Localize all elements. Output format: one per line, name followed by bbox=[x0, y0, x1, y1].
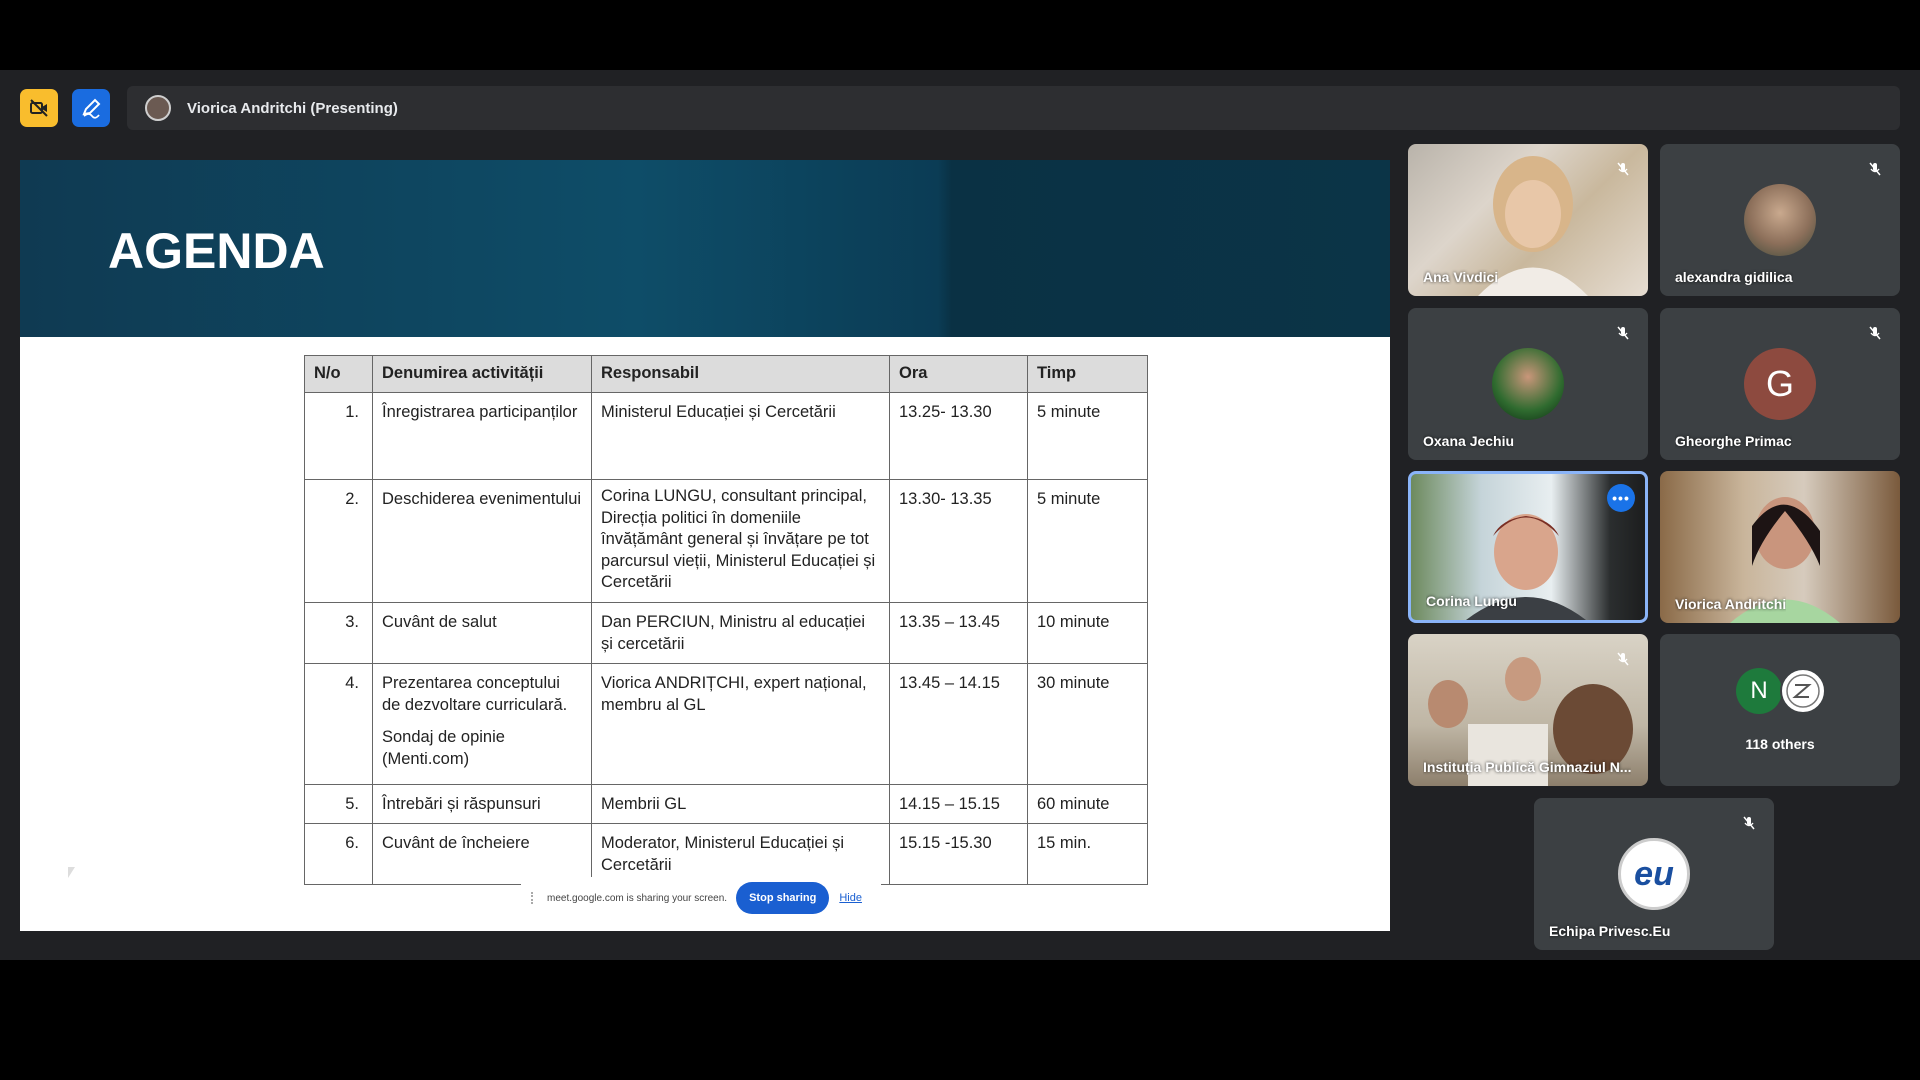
participant-tile[interactable]: Instituția Publică Gimnaziul N... bbox=[1408, 634, 1648, 786]
row-responsible: Dan PERCIUN, Ministru al educației și ce… bbox=[591, 601, 890, 664]
row-responsible: Ministerul Educației și Cercetării bbox=[591, 392, 890, 480]
row-responsible: Viorica ANDRIȚCHI, expert național, memb… bbox=[591, 662, 890, 785]
more-options-icon[interactable]: ••• bbox=[1607, 484, 1635, 512]
presenter-avatar bbox=[145, 95, 171, 121]
mic-muted-icon bbox=[1610, 156, 1636, 182]
participant-tile-speaking[interactable]: ••• Corina Lungu bbox=[1408, 471, 1648, 623]
row-responsible: Membrii GL bbox=[591, 783, 890, 824]
hide-link[interactable]: Hide bbox=[839, 892, 862, 904]
others-count: 118 others bbox=[1745, 736, 1815, 752]
row-duration: 60 minute bbox=[1027, 783, 1148, 824]
slide-title: AGENDA bbox=[108, 223, 325, 279]
screen-share-bar: meet.google.com is sharing your screen. … bbox=[521, 877, 881, 919]
stop-sharing-button[interactable]: Stop sharing bbox=[736, 882, 830, 914]
row-responsible: Corina LUNGU, consultant principal, Dire… bbox=[591, 479, 890, 603]
camera-off-button[interactable] bbox=[20, 89, 58, 127]
others-tile[interactable]: N 118 others bbox=[1660, 634, 1900, 786]
participant-tile[interactable]: G Gheorghe Primac bbox=[1660, 308, 1900, 460]
participant-name: Corina Lungu bbox=[1426, 593, 1517, 609]
agenda-table: N/o Denumirea activității Responsabil Or… bbox=[304, 355, 1148, 885]
meeting-stage: Viorica Andritchi (Presenting) AGENDA N/… bbox=[0, 70, 1920, 960]
row-activity: Întrebări și răspunsuri bbox=[372, 783, 592, 824]
mic-muted-icon bbox=[1862, 320, 1888, 346]
avatar: N bbox=[1736, 668, 1782, 714]
row-activity: Deschiderea evenimentului bbox=[372, 479, 592, 603]
table-row: 6. Cuvânt de încheiere Moderator, Minist… bbox=[304, 822, 1148, 885]
row-number: 1. bbox=[304, 392, 373, 480]
participant-tile[interactable]: Viorica Andritchi bbox=[1660, 471, 1900, 623]
presenter-label: Viorica Andritchi (Presenting) bbox=[187, 99, 398, 117]
annotate-pen-icon bbox=[82, 98, 101, 119]
col-header-duration: Timp bbox=[1027, 355, 1148, 393]
share-message: meet.google.com is sharing your screen. bbox=[547, 892, 728, 904]
mic-muted-icon bbox=[1736, 810, 1762, 836]
row-duration: 10 minute bbox=[1027, 601, 1148, 664]
avatar bbox=[1780, 668, 1826, 714]
logo-avatar: eu bbox=[1618, 838, 1690, 910]
shared-slide: AGENDA N/o Denumirea activității Respons… bbox=[20, 160, 1390, 931]
row-time: 15.15 -15.30 bbox=[889, 822, 1028, 885]
row-number: 2. bbox=[304, 479, 373, 603]
agenda-header-row: N/o Denumirea activității Responsabil Or… bbox=[304, 355, 1148, 393]
col-header-activity: Denumirea activității bbox=[372, 355, 592, 393]
row-duration: 15 min. bbox=[1027, 822, 1148, 885]
col-header-number: N/o bbox=[304, 355, 373, 393]
row-responsible: Moderator, Ministerul Educației și Cerce… bbox=[591, 822, 890, 885]
row-duration: 5 minute bbox=[1027, 392, 1148, 480]
camera-off-icon bbox=[30, 99, 48, 117]
row-number: 5. bbox=[304, 783, 373, 824]
row-duration: 30 minute bbox=[1027, 662, 1148, 785]
row-activity: Prezentarea conceptului de dezvoltare cu… bbox=[382, 673, 568, 714]
avatar bbox=[1744, 184, 1816, 256]
mic-muted-icon bbox=[1610, 646, 1636, 672]
avatar bbox=[1492, 348, 1564, 420]
presenting-banner: Viorica Andritchi (Presenting) bbox=[127, 86, 1900, 130]
mouse-cursor-icon bbox=[68, 867, 75, 878]
row-time: 14.15 – 15.15 bbox=[889, 783, 1028, 824]
table-row: 2. Deschiderea evenimentului Corina LUNG… bbox=[304, 479, 1148, 603]
table-row: 4. Prezentarea conceptului de dezvoltare… bbox=[304, 662, 1148, 785]
drag-handle-icon[interactable] bbox=[531, 892, 539, 904]
row-time: 13.30- 13.35 bbox=[889, 479, 1028, 603]
participant-tile[interactable]: Oxana Jechiu bbox=[1408, 308, 1648, 460]
participant-tile[interactable]: eu Echipa Privesc.Eu bbox=[1534, 798, 1774, 950]
mic-muted-icon bbox=[1862, 156, 1888, 182]
logo-text: eu bbox=[1634, 854, 1674, 893]
participant-tile[interactable]: alexandra gidilica bbox=[1660, 144, 1900, 296]
participant-name: Echipa Privesc.Eu bbox=[1549, 923, 1671, 939]
col-header-responsible: Responsabil bbox=[591, 355, 890, 393]
avatar: G bbox=[1744, 348, 1816, 420]
slide-banner: AGENDA bbox=[20, 160, 1390, 337]
participant-name: alexandra gidilica bbox=[1675, 269, 1793, 285]
row-time: 13.35 – 13.45 bbox=[889, 601, 1028, 664]
row-time: 13.25- 13.30 bbox=[889, 392, 1028, 480]
participant-name: Instituția Publică Gimnaziul N... bbox=[1423, 759, 1632, 775]
row-activity-sub: Sondaj de opinie (Menti.com) bbox=[382, 727, 505, 768]
row-activity-cell: Prezentarea conceptului de dezvoltare cu… bbox=[372, 662, 592, 785]
col-header-time: Ora bbox=[889, 355, 1028, 393]
participant-name: Oxana Jechiu bbox=[1423, 433, 1515, 449]
participant-name: Ana Vivdici bbox=[1423, 269, 1499, 285]
participant-name: Viorica Andritchi bbox=[1675, 596, 1787, 612]
table-row: 1. Înregistrarea participanților Ministe… bbox=[304, 392, 1148, 480]
mic-muted-icon bbox=[1610, 320, 1636, 346]
row-activity: Cuvânt de încheiere bbox=[372, 822, 592, 885]
row-activity: Cuvânt de salut bbox=[372, 601, 592, 664]
top-bar: Viorica Andritchi (Presenting) bbox=[20, 86, 1900, 130]
table-row: 5. Întrebări și răspunsuri Membrii GL 14… bbox=[304, 783, 1148, 824]
row-activity: Înregistrarea participanților bbox=[372, 392, 592, 480]
row-number: 6. bbox=[304, 822, 373, 885]
participant-tile[interactable]: Ana Vivdici bbox=[1408, 144, 1648, 296]
table-row: 3. Cuvânt de salut Dan PERCIUN, Ministru… bbox=[304, 601, 1148, 664]
participant-name: Gheorghe Primac bbox=[1675, 433, 1792, 449]
row-number: 3. bbox=[304, 601, 373, 664]
row-duration: 5 minute bbox=[1027, 479, 1148, 603]
row-number: 4. bbox=[304, 662, 373, 785]
row-time: 13.45 – 14.15 bbox=[889, 662, 1028, 785]
annotate-button[interactable] bbox=[72, 89, 110, 127]
